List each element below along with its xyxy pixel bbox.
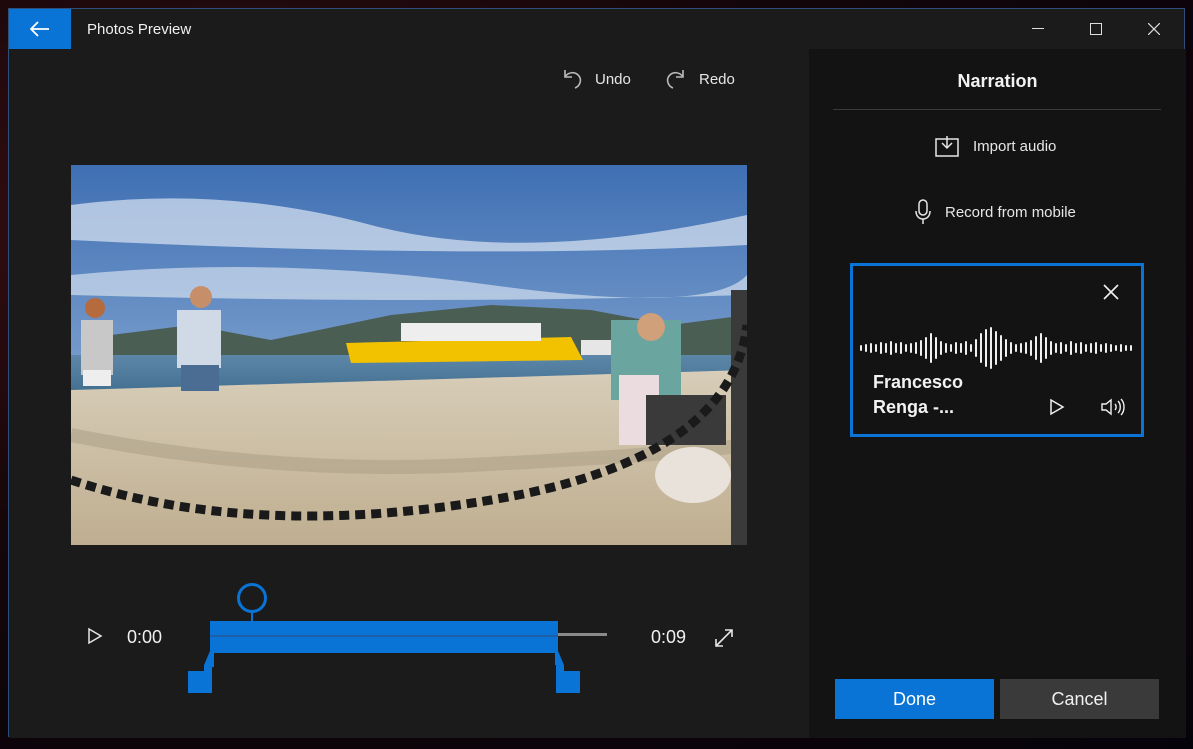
redo-icon (666, 70, 684, 89)
photos-window: Photos Preview Undo Redo 0:00 0:09 Narra… (8, 8, 1186, 738)
undo-label: Undo (595, 70, 631, 88)
close-icon (1103, 284, 1119, 300)
play-audio-button[interactable] (1049, 398, 1065, 421)
done-button[interactable]: Done (835, 679, 994, 719)
video-preview[interactable] (71, 165, 747, 545)
undo-button[interactable]: Undo (561, 67, 631, 91)
panel-divider (833, 109, 1161, 110)
narration-panel: Narration Import audio Record from mobil… (809, 49, 1186, 738)
trim-start-handle[interactable] (187, 651, 215, 695)
playhead-knob[interactable] (237, 583, 267, 613)
volume-icon (1101, 398, 1125, 416)
back-button[interactable] (9, 9, 71, 49)
import-audio-button[interactable]: Import audio (935, 135, 1056, 157)
record-from-mobile-button[interactable]: Record from mobile (915, 199, 1076, 225)
title-bar: Photos Preview (9, 9, 1184, 49)
fullscreen-button[interactable] (713, 627, 735, 654)
current-time: 0:00 (127, 627, 163, 647)
audio-track-name: Francesco Renga -... (873, 372, 964, 417)
undo-icon (564, 70, 582, 89)
redo-label: Redo (699, 70, 735, 88)
minimize-button[interactable] (1009, 9, 1067, 49)
redo-button[interactable]: Redo (665, 67, 735, 91)
maximize-button[interactable] (1067, 9, 1125, 49)
panel-title: Narration (957, 71, 1038, 91)
end-time: 0:09 (651, 627, 687, 647)
editor-area: Undo Redo 0:00 0:09 (9, 49, 809, 738)
trim-range-line (210, 635, 558, 637)
waveform-icon (860, 327, 1132, 369)
play-icon (1050, 398, 1065, 416)
cancel-button[interactable]: Cancel (1000, 679, 1159, 719)
trim-range-bar[interactable] (210, 621, 558, 653)
play-button[interactable] (87, 627, 103, 650)
audio-clip-card[interactable]: Francesco Renga -... (850, 263, 1144, 437)
play-icon (88, 627, 103, 645)
close-icon (1148, 23, 1160, 35)
back-arrow-icon (30, 21, 49, 37)
import-icon (935, 136, 959, 157)
close-window-button[interactable] (1125, 9, 1183, 49)
video-frame-image (71, 165, 747, 545)
minimize-icon (1032, 28, 1044, 29)
microphone-icon (915, 199, 931, 224)
import-audio-label: Import audio (973, 137, 1057, 155)
record-label: Record from mobile (945, 203, 1076, 221)
remove-audio-button[interactable] (1103, 284, 1119, 305)
volume-button[interactable] (1101, 398, 1125, 421)
timeline-track[interactable] (557, 633, 607, 636)
maximize-icon (1090, 23, 1102, 35)
trim-end-handle[interactable] (555, 651, 583, 695)
expand-icon (715, 629, 733, 647)
app-title: Photos Preview (87, 21, 192, 38)
